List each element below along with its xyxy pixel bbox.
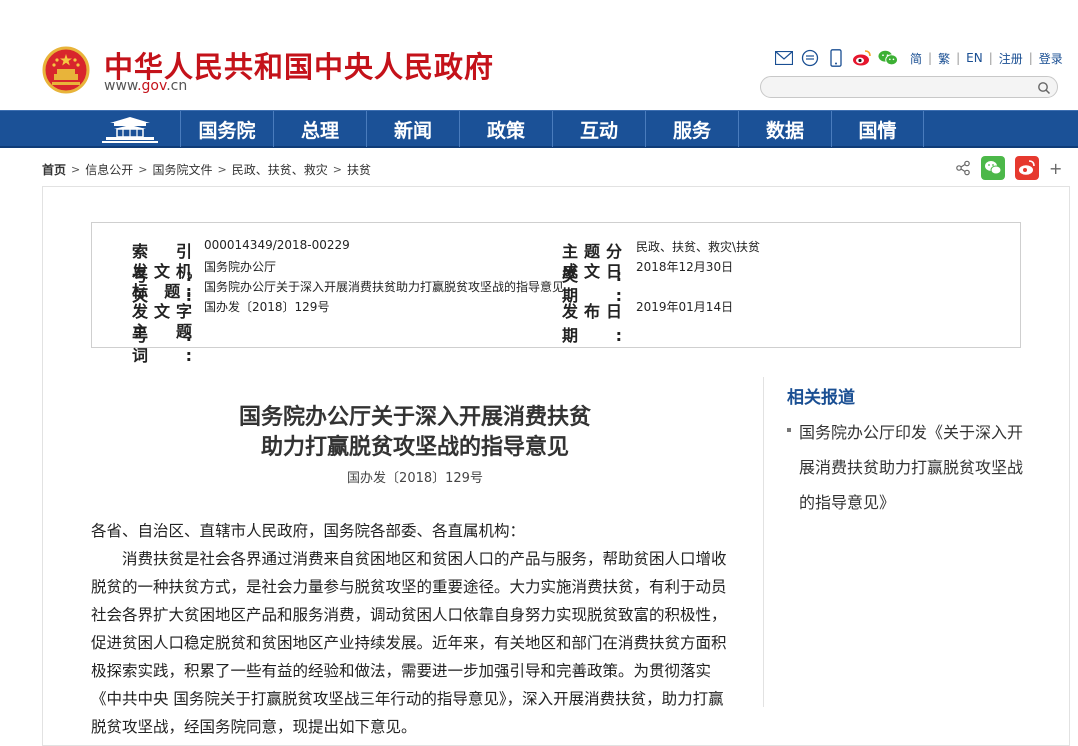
breadcrumb: 首页 > 信息公开 > 国务院文件 > 民政、扶贫、救灾 > 扶贫	[42, 161, 371, 178]
wechat-icon[interactable]	[878, 49, 898, 67]
meta-title-value: 国务院办公厅关于深入开展消费扶贫助力打赢脱贫攻坚战的指导意见	[204, 280, 565, 294]
article-salutation: 各省、自治区、直辖市人民政府，国务院各部委、各直属机构：	[91, 522, 526, 540]
meta-written-date-value: 2018年12月30日	[636, 260, 734, 274]
national-emblem-icon[interactable]	[42, 46, 90, 94]
weibo-share-icon[interactable]	[1015, 156, 1039, 180]
more-share-icon[interactable]: +	[1049, 159, 1062, 178]
meta-index-value: 000014349/2018-00229	[204, 238, 350, 252]
article-title-line: 国务院办公厅关于深入开展消费扶贫	[238, 404, 591, 430]
mobile-icon[interactable]	[826, 49, 846, 67]
breadcrumb-civil-affairs[interactable]: 民政、扶贫、救灾	[232, 161, 328, 178]
nav-item-state-council[interactable]: 国务院	[180, 111, 273, 147]
related-report-link[interactable]: 国务院办公厅印发《关于深入开展消费扶贫助力打赢脱贫攻坚战的指导意见》	[787, 415, 1027, 520]
nav-item-premier[interactable]: 总理	[273, 111, 366, 147]
share-icon[interactable]	[955, 160, 971, 176]
home-building-icon[interactable]	[100, 115, 160, 145]
chevron-right-icon: >	[71, 163, 81, 176]
lang-simplified-link[interactable]: 简	[910, 50, 922, 67]
breadcrumb-state-council-docs[interactable]: 国务院文件	[152, 161, 212, 178]
related-report-link-text[interactable]: 国务院办公厅印发《关于深入开展消费扶贫助力打赢脱贫攻坚战的指导意见》	[799, 423, 1023, 512]
wechat-share-icon[interactable]	[981, 156, 1005, 180]
meta-docno-value: 国办发〔2018〕129号	[204, 300, 330, 314]
breadcrumb-info-disclosure[interactable]: 信息公开	[85, 161, 133, 178]
sidebar-divider	[763, 377, 764, 707]
site-url[interactable]: www.gov.cn	[104, 78, 187, 94]
chevron-right-icon: >	[217, 163, 227, 176]
nav-item-data[interactable]: 数据	[738, 111, 831, 147]
lang-traditional-link[interactable]: 繁	[938, 50, 950, 67]
mail-icon[interactable]	[774, 49, 794, 67]
document-metadata-table: 索 引 号: 000014349/2018-00229 主题分类: 民政、扶贫、…	[91, 222, 1021, 365]
bullet-icon	[787, 428, 791, 432]
chat-icon[interactable]	[800, 49, 820, 67]
login-link[interactable]: 登录	[1039, 50, 1063, 67]
search-input[interactable]	[761, 78, 1031, 98]
breadcrumb-poverty[interactable]: 扶贫	[347, 161, 371, 178]
nav-item-national-conditions[interactable]: 国情	[831, 111, 924, 147]
related-reports-heading: 相关报道	[787, 388, 855, 408]
share-bar: +	[955, 156, 1072, 180]
meta-category-value: 民政、扶贫、救灾\扶贫	[636, 240, 761, 254]
nav-item-services[interactable]: 服务	[645, 111, 738, 147]
weibo-icon[interactable]	[852, 49, 872, 67]
header-tools: 简 | 繁 | EN | 注册 | 登录	[774, 48, 1063, 68]
content-panel: 索 引 号: 000014349/2018-00229 主题分类: 民政、扶贫、…	[42, 186, 1070, 746]
article-body: 各省、自治区、直辖市人民政府，国务院各部委、各直属机构： 消费扶贫是社会各界通过…	[91, 517, 731, 741]
nav-item-policies[interactable]: 政策	[459, 111, 552, 147]
article-title-line: 助力打赢脱贫攻坚战的指导意见	[260, 434, 569, 460]
breadcrumb-home[interactable]: 首页	[42, 161, 66, 178]
meta-issuer-value: 国务院办公厅	[204, 260, 277, 274]
article-doc-number: 国办发〔2018〕129号	[347, 471, 483, 486]
meta-keywords-label: 主 题 词:	[132, 322, 192, 365]
chevron-right-icon: >	[138, 163, 148, 176]
language-links: 简 | 繁 | EN | 注册 | 登录	[910, 50, 1063, 67]
search-icon[interactable]	[1037, 80, 1051, 95]
main-nav: 国务院 总理 新闻 政策 互动 服务 数据 国情	[0, 110, 1078, 148]
register-link[interactable]: 注册	[999, 50, 1023, 67]
nav-items: 国务院 总理 新闻 政策 互动 服务 数据 国情	[180, 111, 924, 147]
nav-item-news[interactable]: 新闻	[366, 111, 459, 147]
chevron-right-icon: >	[332, 163, 342, 176]
article-title: 国务院办公厅关于深入开展消费扶贫 助力打赢脱贫攻坚战的指导意见	[115, 402, 715, 462]
site-header: 中华人民共和国中央人民政府 www.gov.cn 简 | 繁 | EN | 注册…	[0, 0, 1078, 110]
article-paragraph: 消费扶贫是社会各界通过消费来自贫困地区和贫困人口的产品与服务，帮助贫困人口增收脱…	[91, 550, 727, 736]
meta-published-date-label: 发布日期:	[562, 302, 622, 345]
search-box	[760, 76, 1058, 98]
site-url-part: cn	[170, 78, 188, 94]
lang-english-link[interactable]: EN	[966, 51, 983, 65]
site-url-part: www	[104, 78, 138, 94]
site-url-part: gov	[141, 78, 167, 94]
meta-published-date-value: 2019年01月14日	[636, 300, 734, 314]
nav-item-interaction[interactable]: 互动	[552, 111, 645, 147]
